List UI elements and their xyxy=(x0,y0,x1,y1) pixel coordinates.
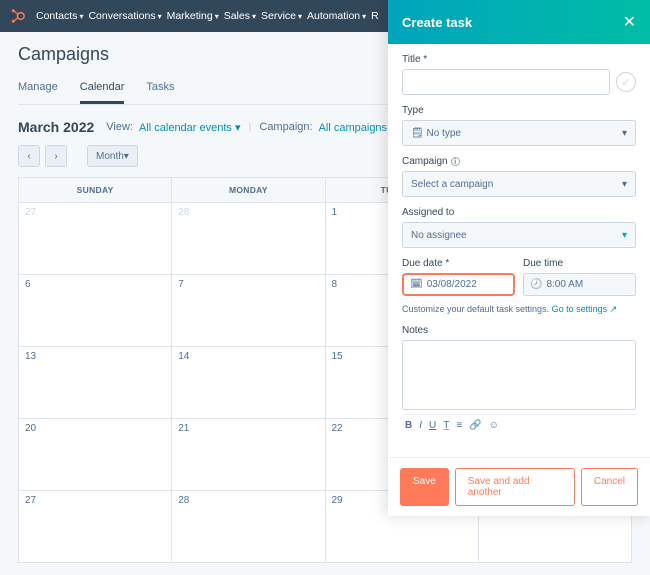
panel-footer: Save Save and add another Cancel xyxy=(388,457,650,516)
clipboard-icon: 🗒 xyxy=(411,128,424,139)
panel-title: Create task xyxy=(402,15,472,30)
underline-icon[interactable]: U xyxy=(429,420,436,431)
events-filter[interactable]: All calendar events ▾ xyxy=(139,121,241,134)
campaign-label: Campaign: xyxy=(259,121,312,133)
calendar-cell[interactable]: 21 xyxy=(172,419,325,491)
text-color-icon[interactable]: T̲ xyxy=(443,420,449,431)
nav-marketing[interactable]: Marketing▾ xyxy=(166,8,220,24)
panel-header: Create task ✕ xyxy=(388,0,650,44)
view-label: View: xyxy=(106,121,133,133)
create-task-panel: Create task ✕ Title * ✓ Type 🗒 No type ▾… xyxy=(388,0,650,516)
due-time-label: Due time xyxy=(523,258,636,269)
assigned-select[interactable]: No assignee ▾ xyxy=(402,222,636,248)
chevron-down-icon: ▾ xyxy=(622,179,627,190)
day-header: MONDAY xyxy=(172,178,325,203)
assigned-label: Assigned to xyxy=(402,207,636,218)
notes-textarea[interactable] xyxy=(402,340,636,410)
calendar-cell[interactable]: 27 xyxy=(19,203,172,275)
type-select[interactable]: 🗒 No type ▾ xyxy=(402,120,636,146)
emoji-icon[interactable]: ☺ xyxy=(489,420,499,431)
calendar-cell[interactable]: 14 xyxy=(172,347,325,419)
tab-tasks[interactable]: Tasks xyxy=(146,75,174,104)
calendar-cell[interactable]: 27 xyxy=(19,491,172,563)
prev-month-button[interactable]: ‹ xyxy=(18,145,40,167)
nav-contacts[interactable]: Contacts▾ xyxy=(35,8,84,24)
clock-icon: 🕗 xyxy=(530,279,542,290)
nav-r[interactable]: R xyxy=(370,8,380,24)
calendar-cell[interactable]: 7 xyxy=(172,275,325,347)
next-month-button[interactable]: › xyxy=(45,145,67,167)
check-icon: ✓ xyxy=(616,72,636,92)
due-time-input[interactable]: 🕗 8:00 AM xyxy=(523,273,636,296)
day-header: SUNDAY xyxy=(19,178,172,203)
title-input[interactable] xyxy=(402,69,610,95)
campaign-select[interactable]: Select a campaign ▾ xyxy=(402,171,636,197)
nav-service[interactable]: Service▾ xyxy=(260,8,303,24)
calendar-icon: 🗓 xyxy=(410,279,423,290)
calendar-cell[interactable]: 28 xyxy=(172,491,325,563)
tab-calendar[interactable]: Calendar xyxy=(80,75,125,104)
nav-conversations[interactable]: Conversations▾ xyxy=(87,8,162,24)
save-button[interactable]: Save xyxy=(400,468,449,506)
chevron-down-icon: ▾ xyxy=(622,128,627,139)
info-icon: i xyxy=(451,157,460,166)
due-date-label: Due date * xyxy=(402,258,515,269)
link-icon[interactable]: 🔗 xyxy=(469,420,481,431)
current-month: March 2022 xyxy=(18,119,94,135)
due-date-input[interactable]: 🗓 03/08/2022 xyxy=(402,273,515,296)
go-to-settings-link[interactable]: Go to settings ↗ xyxy=(552,304,618,314)
calendar-cell[interactable]: 28 xyxy=(172,203,325,275)
cancel-button[interactable]: Cancel xyxy=(581,468,638,506)
customize-text: Customize your default task settings. Go… xyxy=(402,304,636,315)
italic-icon[interactable]: I xyxy=(419,420,422,431)
calendar-cell[interactable]: 6 xyxy=(19,275,172,347)
campaign-filter[interactable]: All campaigns ▾ xyxy=(319,121,396,134)
bold-icon[interactable]: B xyxy=(405,420,412,431)
title-label: Title * xyxy=(402,54,636,65)
calendar-cell[interactable]: 13 xyxy=(19,347,172,419)
format-toolbar: B I U T̲ ≡ 🔗 ☺ xyxy=(402,414,636,436)
close-icon[interactable]: ✕ xyxy=(623,12,636,32)
campaign-label-panel: Campaign i xyxy=(402,156,636,167)
calendar-cell[interactable]: 20 xyxy=(19,419,172,491)
hubspot-logo xyxy=(8,7,26,25)
save-add-another-button[interactable]: Save and add another xyxy=(455,468,575,506)
tab-manage[interactable]: Manage xyxy=(18,75,58,104)
nav-sales[interactable]: Sales▾ xyxy=(223,8,257,24)
month-view-button[interactable]: Month ▾ xyxy=(87,145,138,167)
nav-automation[interactable]: Automation▾ xyxy=(306,8,367,24)
notes-label: Notes xyxy=(402,325,636,336)
chevron-down-icon: ▾ xyxy=(622,230,627,241)
type-label: Type xyxy=(402,105,636,116)
bullet-list-icon[interactable]: ≡ xyxy=(456,420,462,431)
